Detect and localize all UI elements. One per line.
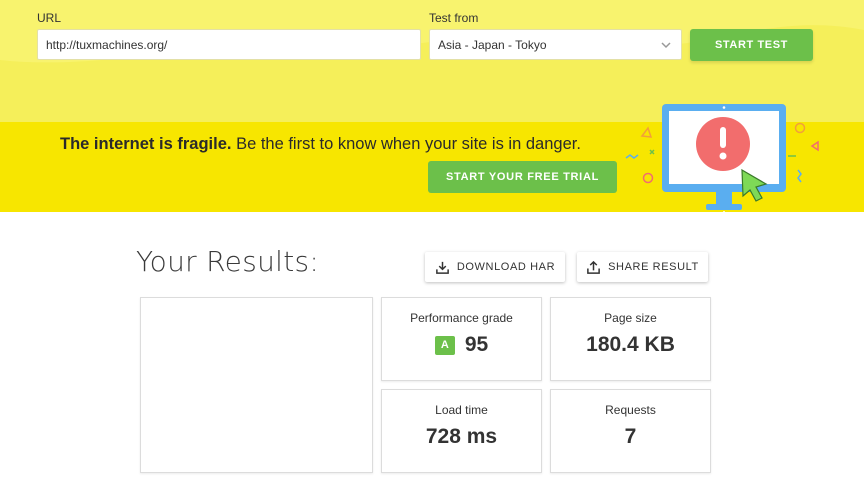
performance-grade-value: A 95: [382, 333, 541, 357]
page-screenshot-thumbnail: [140, 297, 373, 473]
results-title: Your Results:: [136, 245, 320, 278]
grade-badge: A: [434, 335, 455, 355]
share-icon: [587, 260, 600, 274]
download-har-button[interactable]: DOWNLOAD HAR: [425, 252, 565, 282]
requests-card: Requests 7: [550, 389, 711, 473]
requests-value: 7: [624, 425, 637, 448]
url-label: URL: [37, 11, 62, 25]
free-trial-button[interactable]: START YOUR FREE TRIAL: [428, 161, 617, 193]
promo-bold-text: The internet is fragile.: [60, 135, 232, 153]
test-location-value: Asia - Japan - Tokyo: [438, 37, 547, 52]
performance-grade-label: Performance grade: [410, 311, 513, 325]
test-from-label: Test from: [429, 11, 479, 25]
chevron-down-icon: [661, 41, 671, 48]
url-input[interactable]: [37, 29, 421, 60]
promo-message: The internet is fragile. Be the first to…: [60, 135, 581, 154]
share-result-button[interactable]: SHARE RESULT: [577, 252, 708, 282]
page-size-value: 180.4 KB: [586, 333, 675, 356]
share-result-label: SHARE RESULT: [608, 261, 699, 273]
page-size-card: Page size 180.4 KB: [550, 297, 711, 381]
monitor-alert-illustration: [625, 104, 819, 213]
download-icon: [435, 261, 449, 274]
performance-grade-card: Performance grade A 95: [381, 297, 542, 381]
promo-body-text: Be the first to know when your site is i…: [236, 135, 581, 153]
page-size-label: Page size: [604, 311, 657, 325]
performance-score: 95: [464, 333, 489, 356]
load-time-card: Load time 728 ms: [381, 389, 542, 473]
download-har-label: DOWNLOAD HAR: [456, 261, 556, 273]
load-time-label: Load time: [435, 403, 488, 417]
start-test-button[interactable]: START TEST: [690, 29, 813, 61]
requests-label: Requests: [605, 403, 656, 417]
load-time-value: 728 ms: [425, 425, 498, 448]
test-location-select[interactable]: Asia - Japan - Tokyo: [429, 29, 682, 60]
